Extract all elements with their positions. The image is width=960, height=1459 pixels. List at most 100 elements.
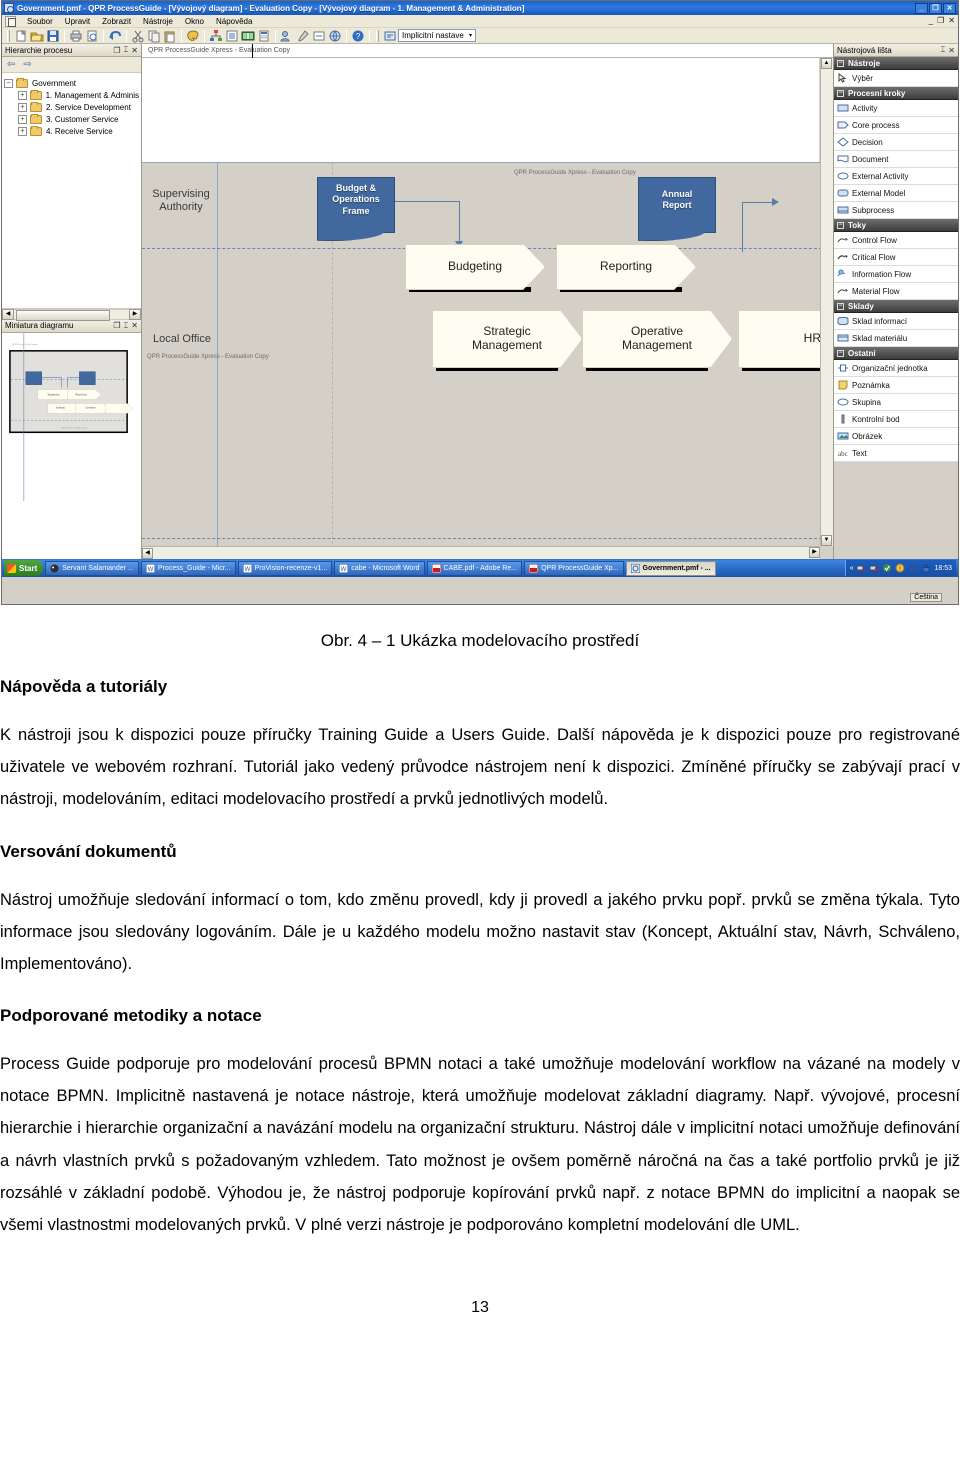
- tool-group-procesni-kroky[interactable]: − Procesní kroky: [834, 87, 958, 100]
- collapse-toggle-icon[interactable]: −: [837, 89, 844, 97]
- open-icon[interactable]: [30, 29, 44, 43]
- taskbar-item-government-pmf[interactable]: Government.pmf - ...: [625, 560, 716, 576]
- mdi-minimize-icon[interactable]: _: [929, 16, 933, 25]
- table-icon[interactable]: [241, 29, 255, 43]
- collapse-toggle-icon[interactable]: −: [837, 221, 844, 229]
- toolbar-grip[interactable]: [7, 29, 10, 42]
- tool-item-sklad-materialu[interactable]: Sklad materiálu: [834, 330, 958, 347]
- tool-item-decision[interactable]: Decision: [834, 134, 958, 151]
- collapse-toggle-icon[interactable]: −: [837, 349, 844, 357]
- process-shape-strategic-management[interactable]: Strategic Management: [432, 310, 582, 368]
- tool-item-sklad-informaci[interactable]: Sklad informací: [834, 313, 958, 330]
- taskbar-item-servant-salamander[interactable]: Servant Salamander ...: [45, 560, 139, 576]
- tool-item-critical-flow[interactable]: Critical Flow: [834, 249, 958, 266]
- users-icon[interactable]: [280, 29, 294, 43]
- canvas-horizontal-scrollbar[interactable]: ◀ ▶: [142, 546, 820, 559]
- hierarchy-icon[interactable]: [209, 29, 223, 43]
- tool-group-ostatni[interactable]: − Ostatní: [834, 347, 958, 360]
- float-icon[interactable]: ❐: [113, 321, 120, 330]
- zoom-box-icon[interactable]: [312, 29, 326, 43]
- tool-item-material-flow[interactable]: Material Flow: [834, 283, 958, 300]
- float-icon[interactable]: ❐: [113, 46, 120, 55]
- tool-item-subprocess[interactable]: Subprocess: [834, 202, 958, 219]
- document-tab[interactable]: QPR ProcessGuide Xpress - Evaluation Cop…: [142, 44, 833, 58]
- antivirus-icon[interactable]: [882, 563, 892, 573]
- report-icon[interactable]: [257, 29, 271, 43]
- close-icon[interactable]: ✕: [943, 2, 956, 14]
- tool-group-toky[interactable]: − Toky: [834, 219, 958, 232]
- tool-item-vyber[interactable]: Výběr: [834, 70, 958, 87]
- taskbar-item-provision-recenze[interactable]: W ProVision-recenze-v1...: [237, 560, 333, 576]
- tool-item-organizacni-jednotka[interactable]: Organizační jednotka: [834, 360, 958, 377]
- process-hierarchy-tree[interactable]: − Government + 1. Management & Adminis +…: [2, 73, 141, 308]
- process-shape-hr[interactable]: HR: [738, 310, 832, 368]
- tool-item-skupina[interactable]: Skupina: [834, 394, 958, 411]
- scroll-up-icon[interactable]: ▲: [821, 58, 832, 69]
- print-icon[interactable]: [69, 29, 83, 43]
- properties-icon[interactable]: [296, 29, 310, 43]
- taskbar-item-cabe-pdf[interactable]: CABE.pdf - Adobe Re...: [426, 560, 523, 576]
- minimize-icon[interactable]: _: [915, 2, 928, 14]
- pin-icon[interactable]: ⌶: [123, 45, 128, 55]
- mdi-close-icon[interactable]: ✕: [948, 16, 955, 25]
- tool-item-activity[interactable]: Activity: [834, 100, 958, 117]
- scroll-right-icon[interactable]: ▶: [809, 547, 820, 558]
- web-icon[interactable]: [328, 29, 342, 43]
- tree-node-service-development[interactable]: + 2. Service Development: [4, 101, 139, 113]
- mdi-window-buttons[interactable]: _ ❐ ✕: [929, 16, 955, 25]
- taskbar-item-process-guide[interactable]: W Process_Guide - Micr...: [140, 560, 236, 576]
- network2-icon[interactable]: [869, 563, 879, 573]
- cut-icon[interactable]: [131, 29, 145, 43]
- tree-node-root[interactable]: − Government: [4, 77, 139, 89]
- scroll-thumb[interactable]: [16, 309, 111, 321]
- shield-blue-icon[interactable]: [908, 563, 918, 573]
- tree-node-management[interactable]: + 1. Management & Adminis: [4, 89, 139, 101]
- undo-icon[interactable]: [108, 29, 122, 43]
- menu-item-nastroje[interactable]: Nástroje: [137, 17, 179, 26]
- tool-item-information-flow[interactable]: Information Flow: [834, 266, 958, 283]
- document-shape-annual-report[interactable]: Annual Report: [638, 177, 716, 233]
- tree-node-customer-service[interactable]: + 3. Customer Service: [4, 113, 139, 125]
- collapse-toggle-icon[interactable]: −: [837, 59, 844, 67]
- tool-item-kontrolni-bod[interactable]: Kontrolní bod: [834, 411, 958, 428]
- expand-toggle-icon[interactable]: +: [18, 114, 27, 124]
- warning-icon[interactable]: !: [895, 563, 905, 573]
- chevron-down-icon[interactable]: ▾: [469, 32, 472, 39]
- tool-group-nastroje[interactable]: − Nástroje: [834, 57, 958, 70]
- diagram-canvas[interactable]: Supervising Authority Local Office QPR P…: [142, 58, 833, 559]
- process-shape-reporting[interactable]: Reporting: [556, 244, 696, 290]
- expand-toggle-icon[interactable]: +: [18, 90, 27, 100]
- tray-expand-icon[interactable]: «: [850, 565, 854, 572]
- tool-item-external-model[interactable]: External Model: [834, 185, 958, 202]
- start-button[interactable]: Start: [4, 560, 44, 576]
- menu-item-napoveda[interactable]: Nápověda: [210, 17, 258, 26]
- process-shape-operative-management[interactable]: Operative Management: [582, 310, 732, 368]
- back-arrow-icon[interactable]: ⇦: [7, 59, 15, 70]
- scroll-left-icon[interactable]: ◀: [2, 308, 14, 320]
- tool-item-external-activity[interactable]: External Activity: [834, 168, 958, 185]
- print-preview-icon[interactable]: [85, 29, 99, 43]
- menu-item-upravit[interactable]: Upravit: [59, 17, 96, 26]
- panel-close-icon[interactable]: ✕: [948, 46, 955, 55]
- tree-node-receive-service[interactable]: + 4. Receive Service: [4, 125, 139, 137]
- tool-item-poznamka[interactable]: Poznámka: [834, 377, 958, 394]
- help-icon[interactable]: ?: [351, 29, 365, 43]
- language-indicator[interactable]: Čeština: [910, 593, 942, 602]
- network-icon[interactable]: [856, 563, 866, 573]
- tool-group-sklady[interactable]: − Sklady: [834, 300, 958, 313]
- collapse-toggle-icon[interactable]: −: [837, 302, 844, 310]
- menu-item-soubor[interactable]: Soubor: [21, 17, 59, 26]
- expand-toggle-icon[interactable]: +: [18, 126, 27, 136]
- panel-close-icon[interactable]: ✕: [131, 321, 138, 330]
- collapse-toggle-icon[interactable]: −: [4, 78, 13, 88]
- menu-item-okno[interactable]: Okno: [179, 17, 210, 26]
- process-shape-budgeting[interactable]: Budgeting: [405, 244, 545, 290]
- taskbar-item-qpr-processguide[interactable]: QPR ProcessGuide Xp...: [524, 560, 624, 576]
- forward-arrow-icon[interactable]: ⇨: [23, 59, 31, 70]
- new-icon[interactable]: [14, 29, 28, 43]
- window-buttons[interactable]: _ ❐ ✕: [915, 2, 956, 14]
- pin-icon[interactable]: ⌶: [940, 45, 945, 55]
- paste-icon[interactable]: [163, 29, 177, 43]
- lock-icon[interactable]: [921, 563, 931, 573]
- tool-item-control-flow[interactable]: Control Flow: [834, 232, 958, 249]
